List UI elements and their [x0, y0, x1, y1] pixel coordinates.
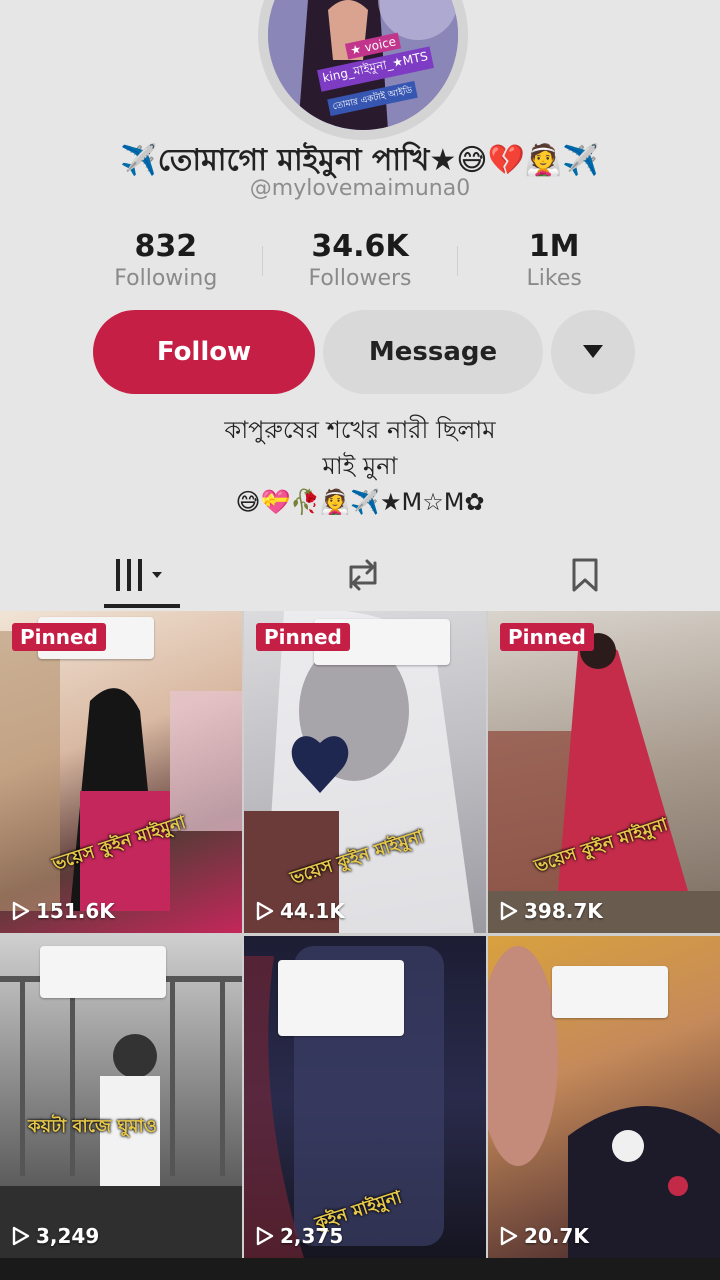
thumbnail-art [488, 633, 720, 933]
play-icon [256, 901, 274, 921]
stat-following[interactable]: 832 Following [71, 229, 261, 293]
follow-button[interactable]: Follow [93, 310, 315, 394]
profile-tabs [0, 540, 720, 610]
grid-icon [116, 559, 162, 591]
reply-card [40, 946, 166, 998]
bio-line: মাই মুনা [322, 452, 398, 480]
view-count-value: 44.1K [280, 899, 345, 923]
repost-icon [349, 559, 377, 591]
stat-label: Following [114, 266, 218, 291]
video-thumbnail[interactable]: কুইন মাইমুনা 2,375 [244, 936, 486, 1258]
divider [456, 246, 458, 276]
view-count-value: 3,249 [36, 1224, 100, 1248]
avatar-image: ★ voice king_মাইমুনা_★MTS তোমার একটাই আই… [268, 0, 458, 130]
caret-down-icon [583, 345, 603, 358]
view-count: 44.1K [256, 899, 345, 923]
stat-followers[interactable]: 34.6K Followers [265, 229, 455, 293]
video-caption: কয়টা বাজে ঘুমাও [28, 1116, 157, 1137]
profile-bio: কাপুরুষের শখের নারী ছিলাম মাই মুনা 😅💝🥀👰✈… [0, 412, 720, 520]
stat-value: 34.6K [311, 229, 409, 264]
active-tab-indicator [104, 604, 180, 608]
view-count-value: 398.7K [524, 899, 603, 923]
view-count-value: 20.7K [524, 1224, 589, 1248]
view-count: 151.6K [12, 899, 115, 923]
reply-card [552, 966, 668, 1018]
more-options-button[interactable] [551, 310, 635, 394]
profile-stats: 832 Following 34.6K Followers 1M Likes [70, 226, 650, 296]
pinned-badge: Pinned [256, 623, 350, 651]
view-count: 2,375 [256, 1224, 343, 1248]
video-thumbnail[interactable]: 20.7K [488, 936, 720, 1258]
reply-card [278, 960, 404, 1036]
video-grid: Pinned ভয়েস কুইন মাইমুনা 151.6K Pinned … [0, 611, 720, 1280]
tab-saved[interactable] [552, 540, 618, 610]
pinned-badge: Pinned [500, 623, 594, 651]
play-icon [12, 901, 30, 921]
bio-line: 😅💝🥀👰✈️★M☆M✿ [235, 488, 485, 516]
view-count: 398.7K [500, 899, 603, 923]
profile-username: @mylovemaimuna0 [249, 176, 471, 201]
pinned-badge: Pinned [12, 623, 106, 651]
play-icon [500, 901, 518, 921]
view-count-value: 151.6K [36, 899, 115, 923]
view-count-value: 2,375 [280, 1224, 344, 1248]
video-thumbnail[interactable]: Pinned ভয়েস কুইন মাইমুনা 151.6K [0, 611, 242, 933]
message-button[interactable]: Message [323, 310, 543, 394]
video-thumbnail[interactable]: Pinned ভয়েস কুইন মাইমুনা 398.7K [488, 611, 720, 933]
play-icon [12, 1226, 30, 1246]
play-icon [500, 1226, 518, 1246]
divider [262, 246, 264, 276]
video-thumbnail[interactable]: কয়টা বাজে ঘুমাও 3,249 [0, 936, 242, 1258]
tab-videos[interactable] [104, 540, 180, 610]
stat-value: 1M [528, 229, 580, 264]
stat-label: Likes [526, 266, 582, 291]
next-row-preview [0, 1258, 720, 1280]
avatar[interactable]: ★ voice king_মাইমুনা_★MTS তোমার একটাই আই… [258, 0, 468, 140]
bio-line: কাপুরুষের শখের নারী ছিলাম [224, 416, 496, 444]
stat-label: Followers [308, 266, 412, 291]
stat-likes[interactable]: 1M Likes [459, 229, 649, 293]
view-count: 3,249 [12, 1224, 99, 1248]
play-icon [256, 1226, 274, 1246]
bookmark-icon [572, 558, 598, 592]
video-thumbnail[interactable]: Pinned ভয়েস কুইন মাইমুনা 44.1K [244, 611, 486, 933]
tab-reposts[interactable] [330, 540, 396, 610]
profile-actions: Follow Message [0, 310, 720, 394]
view-count: 20.7K [500, 1224, 589, 1248]
stat-value: 832 [134, 229, 198, 264]
thumbnail-art [0, 631, 242, 911]
